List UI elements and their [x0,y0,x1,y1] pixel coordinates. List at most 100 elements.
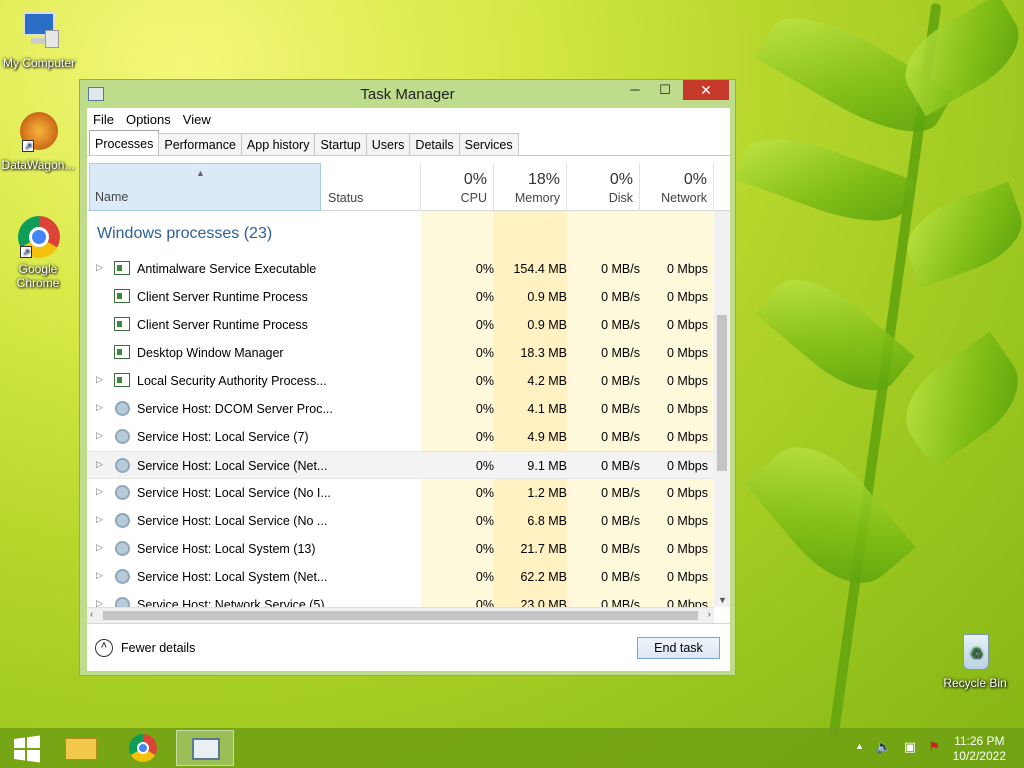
expand-arrow-icon[interactable]: ▷ [96,598,103,607]
horizontal-scrollbar[interactable]: ‹ › [87,607,714,623]
table-row[interactable]: ▷ Service Host: Network Service (5) 0% 23.0… [87,591,714,607]
desktop-icon-my-computer[interactable]: My Computer [1,10,77,70]
tab-app-history[interactable]: App history [240,133,316,155]
cpu-value: 0% [475,290,494,304]
menu-view[interactable]: View [183,112,211,127]
expand-arrow-icon[interactable]: ▷ [96,262,103,273]
show-hidden-icons-icon[interactable]: ▲ [855,741,864,751]
expand-arrow-icon[interactable]: ▷ [96,374,103,385]
network-value: 0 Mbps [667,262,708,276]
group-header-windows-processes[interactable]: Windows processes (23) [97,225,272,243]
table-row[interactable]: ▷ Service Host: Local Service (7) 0% 4.9 MB… [87,423,714,451]
table-row[interactable]: ▷ Service Host: Local System (13) 0% 21.7 M… [87,535,714,563]
action-center-icon[interactable]: ⚑ [928,739,940,755]
table-row[interactable]: ▷ Antimalware Service Executable 0% 154.4 M… [87,255,714,283]
network-value: 0 Mbps [667,598,708,607]
column-memory[interactable]: 18% Memory [494,163,567,211]
title-bar[interactable]: Task Manager ─ ☐ ✕ [80,80,735,108]
desktop-icon-google-chrome[interactable]: ↗ Google Chrome [0,216,76,290]
network-value: 0 Mbps [667,459,708,473]
tab-users[interactable]: Users [365,133,411,155]
expand-arrow-icon[interactable]: ▷ [96,402,103,413]
network-icon[interactable]: ▣ [904,739,916,755]
memory-value: 4.2 MB [527,374,567,388]
table-row[interactable]: Desktop Window Manager 0% 18.3 MB 0 MB/s 0 M… [87,339,714,367]
scroll-down-icon[interactable]: ▼ [718,595,727,605]
disk-value: 0 MB/s [601,346,640,360]
vertical-scroll-thumb[interactable] [717,315,727,471]
process-name: Antimalware Service Executable [137,262,317,276]
expand-arrow-icon[interactable]: ▷ [96,570,103,581]
clock[interactable]: 11:26 PM 10/2/2022 [953,734,1006,764]
taskbar-chrome[interactable] [114,730,172,766]
tab-details[interactable]: Details [409,133,460,155]
desktop-icon-label: My Computer [2,56,76,70]
table-row[interactable]: Client Server Runtime Process 0% 0.9 MB 0 M… [87,311,714,339]
recycle-bin-icon: ♻ [953,630,997,674]
column-name[interactable]: ▲ Name [89,163,321,211]
clock-time: 11:26 PM [954,734,1005,748]
menu-file[interactable]: File [93,112,114,127]
chrome-icon [129,734,157,762]
expand-arrow-icon[interactable]: ▷ [96,459,103,470]
process-window-icon [114,261,130,275]
computer-icon [17,10,61,54]
scroll-left-icon[interactable]: ‹ [90,609,93,620]
volume-muted-icon[interactable]: 🔈 [876,739,892,755]
expand-arrow-icon[interactable]: ▷ [96,542,103,553]
process-name: Local Security Authority Process... [137,374,327,388]
desktop-icon-recycle-bin[interactable]: ♻ Recycle Bin [937,630,1013,690]
column-disk[interactable]: 0% Disk [567,163,640,211]
process-window-icon [114,317,130,331]
taskbar-file-explorer[interactable] [52,730,110,766]
cpu-value: 0% [475,262,494,276]
fewer-details-button[interactable]: ˄ Fewer details [95,639,195,657]
task-manager-window: Task Manager ─ ☐ ✕ File Options View Pro… [79,79,736,676]
minimize-button[interactable]: ─ [621,80,649,100]
column-network[interactable]: 0% Network [640,163,714,211]
cpu-value: 0% [475,346,494,360]
disk-value: 0 MB/s [601,514,640,528]
table-row[interactable]: ▷ Service Host: Local System (Net... 0% 62.… [87,563,714,591]
process-window-icon [114,373,130,387]
disk-value: 0 MB/s [601,598,640,607]
sort-ascending-icon: ▲ [196,168,205,178]
menu-options[interactable]: Options [126,112,171,127]
cpu-value: 0% [475,318,494,332]
memory-value: 6.8 MB [527,514,567,528]
table-row[interactable]: ▷ Service Host: Local Service (No ... 0% 6.… [87,507,714,535]
column-cpu[interactable]: 0% CPU [421,163,494,211]
column-status[interactable]: Status [322,163,421,211]
maximize-button[interactable]: ☐ [651,80,679,100]
table-row[interactable]: ▷ Local Security Authority Process... 0% 4.… [87,367,714,395]
cpu-value: 0% [475,374,494,388]
tab-performance[interactable]: Performance [158,133,242,155]
table-row[interactable]: ▷ Service Host: Local Service (Net... 0% 9.… [87,451,714,479]
table-row[interactable]: ▷ Service Host: Local Service (No I... 0% 1… [87,479,714,507]
tab-startup[interactable]: Startup [314,133,367,155]
disk-value: 0 MB/s [601,290,640,304]
table-row[interactable]: ▷ Service Host: DCOM Server Proc... 0% 4.1 … [87,395,714,423]
table-row[interactable]: Client Server Runtime Process 0% 0.9 MB 0 M… [87,283,714,311]
vertical-scrollbar[interactable]: ▼ [714,211,730,607]
expand-arrow-icon[interactable]: ▷ [96,486,103,497]
desktop-icon-label: Recycle Bin [943,676,1007,690]
tab-processes[interactable]: Processes [89,130,160,155]
memory-value: 23.0 MB [520,598,567,607]
disk-value: 0 MB/s [601,459,640,473]
expand-arrow-icon[interactable]: ▷ [96,514,103,525]
tab-services[interactable]: Services [458,133,519,155]
expand-arrow-icon[interactable]: ▷ [96,430,103,441]
chevron-up-icon: ˄ [95,639,113,657]
process-window-icon [114,345,130,359]
process-name: Service Host: Local Service (No I... [137,486,331,500]
horizontal-scroll-thumb[interactable] [103,611,698,620]
scroll-right-icon[interactable]: › [708,609,711,620]
end-task-button[interactable]: End task [637,637,720,659]
cpu-value: 0% [475,570,494,584]
taskbar: ▲ 🔈 ▣ ⚑ 11:26 PM 10/2/2022 [0,728,1024,768]
desktop-icon-datawagon[interactable]: ↗ DataWagon... [0,112,76,172]
taskbar-task-manager[interactable] [176,730,234,766]
close-button[interactable]: ✕ [683,80,729,100]
task-manager-icon [192,738,220,760]
